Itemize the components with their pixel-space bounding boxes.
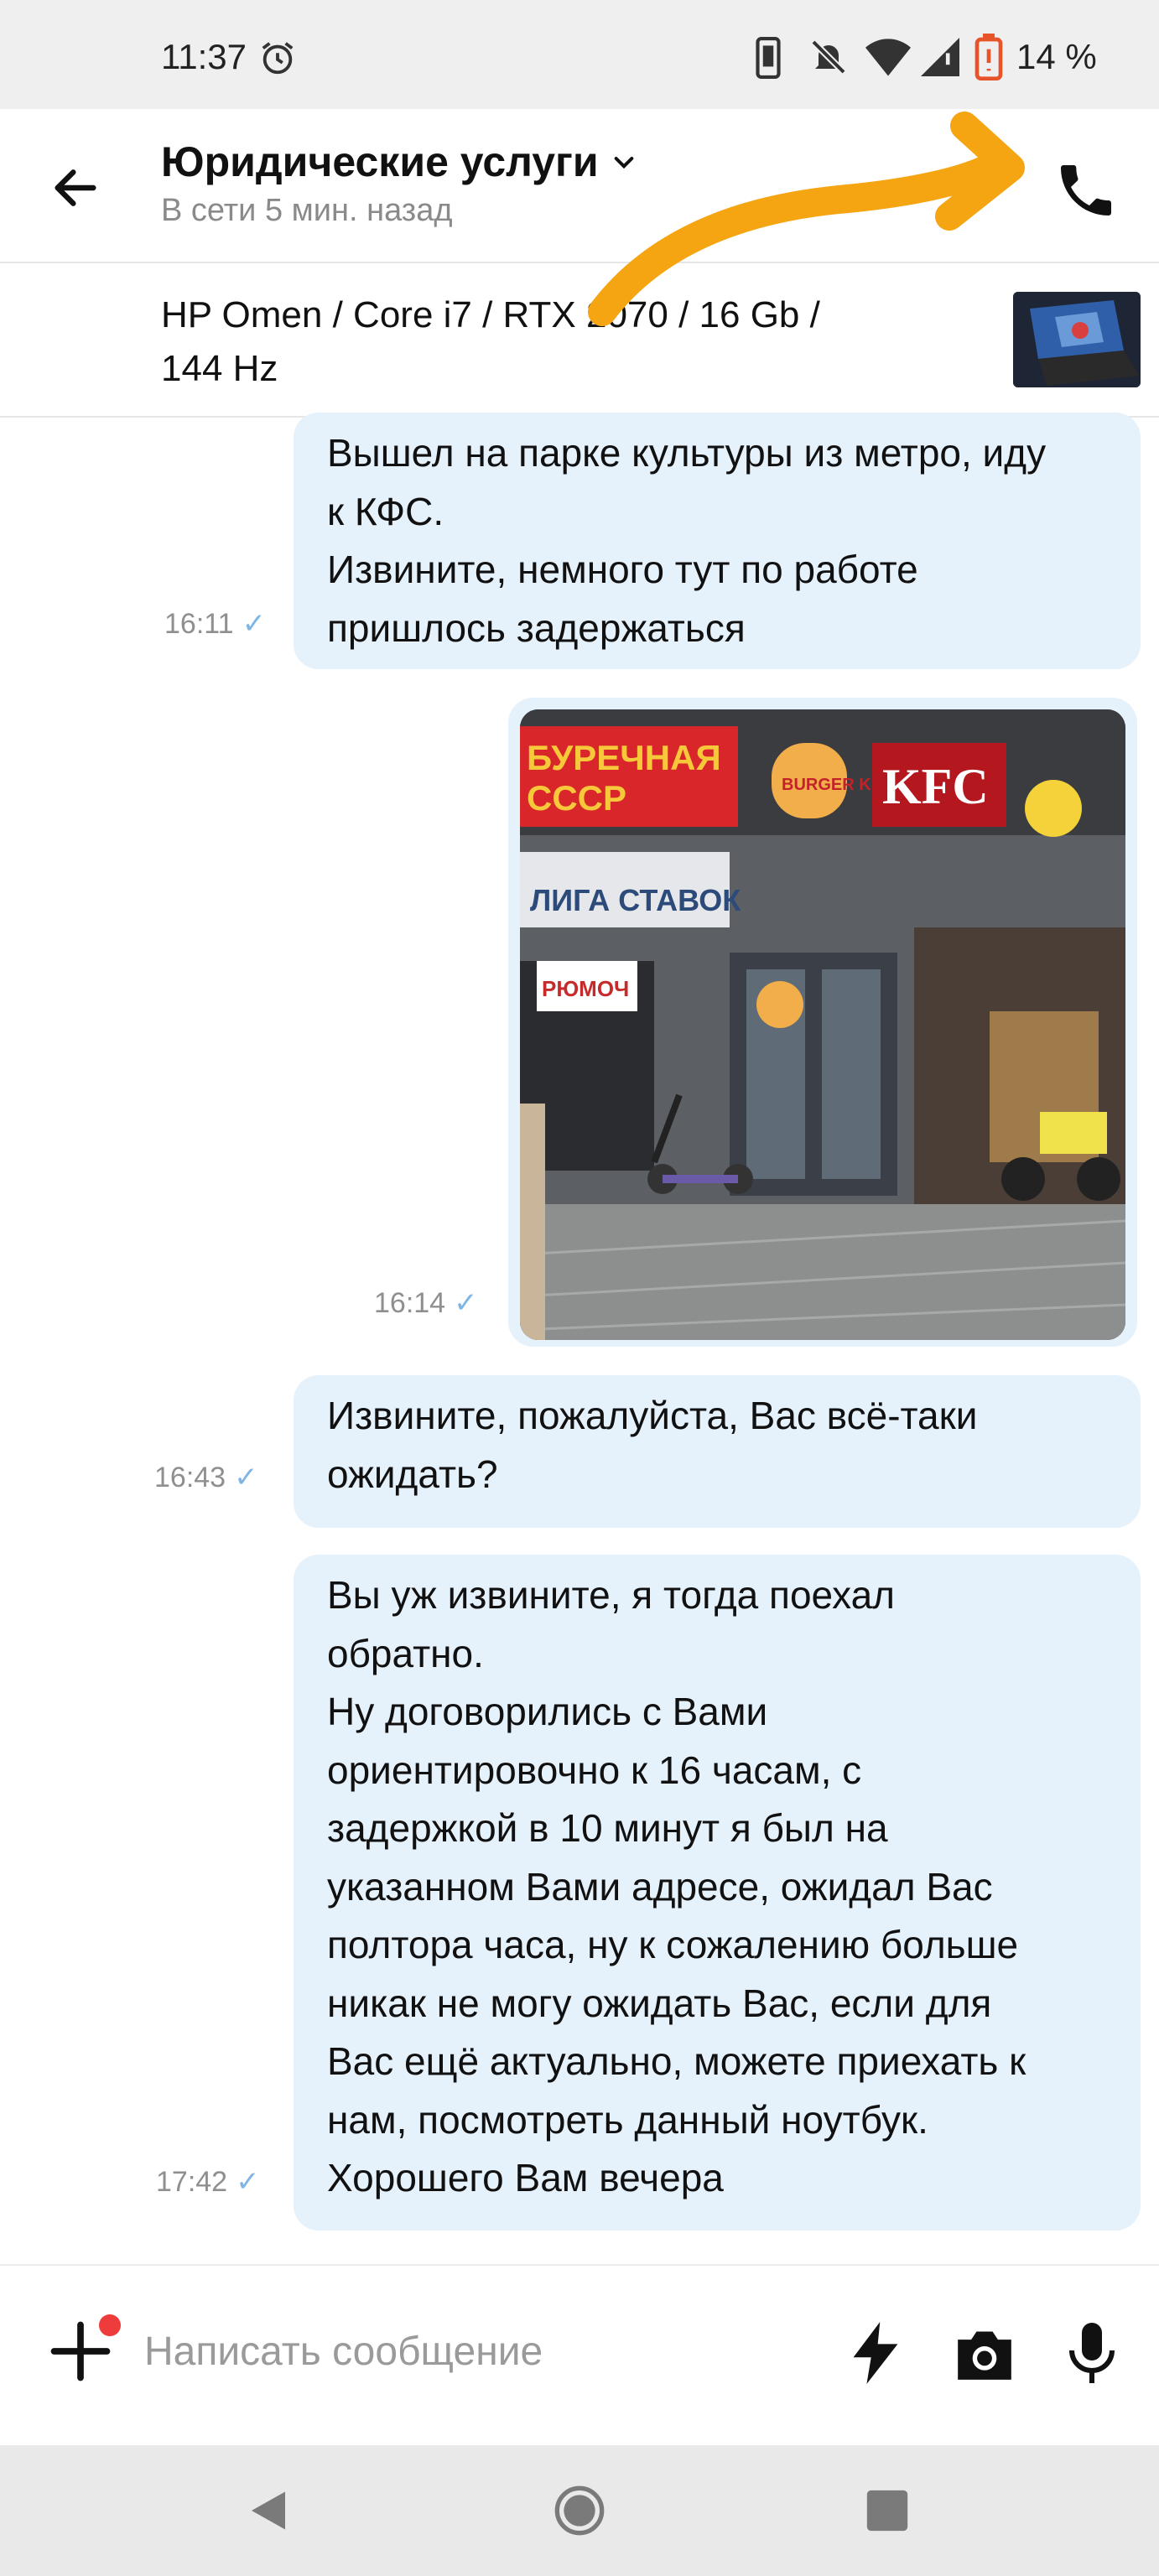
chat-title-button[interactable]: Юридические услуги [161,138,637,186]
sign-text: РЮМОЧ [542,976,629,1001]
check-icon: ✓ [236,2166,260,2198]
message-line: никак не могу ожидать Вас, если для [327,1981,992,2025]
square-recents-icon [866,2490,908,2532]
camera-button[interactable] [949,2318,1020,2388]
message-time: 16:43 [154,1461,226,1493]
message-time: 16:14 [374,1286,446,1319]
storefront-photo[interactable]: БУРЕЧНАЯ СССР BURGER KING KFC ЛИГА СТАВО… [520,709,1125,1340]
circle-home-icon [554,2485,605,2536]
nav-back-button[interactable] [235,2477,302,2544]
listing-preview[interactable]: HP Omen / Core i7 / RTX 2070 / 16 Gb / 1… [0,263,1159,418]
message-input[interactable] [144,2316,815,2386]
battery-low-icon [974,34,1003,80]
laptop-image [1013,292,1141,387]
message-time: 16:11 [164,607,234,640]
message-line: Вас ещё актуально, можете приехать к [327,2039,1026,2083]
listing-title-line: HP Omen / Core i7 / RTX 2070 / 16 Gb / [161,294,820,335]
call-button[interactable] [1048,153,1124,228]
message-line: к КФС. [327,489,444,533]
notification-dot [99,2314,121,2336]
sign-text: ЛИГА СТАВОК [530,883,741,917]
message-line: Вы уж извините, я тогда поехал [327,1573,896,1617]
nav-recents-button[interactable] [854,2477,921,2544]
check-icon: ✓ [242,608,267,640]
message-line: Извините, пожалуйста, Вас всё-таки [327,1394,978,1437]
message-line: пришлось задержаться [327,605,746,650]
signal-icon [921,38,959,76]
message-meta: 16:14 ✓ [374,1286,478,1320]
message-line: полтора часа, ну к сожалению больше [327,1923,1019,1966]
message-meta: 16:11 ✓ [164,607,266,641]
message-bubble[interactable]: Извините, пожалуйста, Вас всё-таки ожида… [294,1375,1141,1528]
message-line: Хорошего Вам вечера [327,2156,724,2199]
composer-bar [0,2264,1159,2445]
message-time: 17:42 [156,2165,228,2198]
message-line: Ну договорились с Вами [327,1690,768,1733]
system-nav-bar [0,2445,1159,2576]
phone-icon [1061,165,1111,216]
chat-header: Юридические услуги В сети 5 мин. назад [0,109,1159,263]
listing-thumbnail[interactable] [1013,292,1141,387]
sign-text: KFC [882,759,989,814]
listing-title-line: 144 Hz [161,348,278,389]
message-line: задержкой в 10 минут я был на [327,1806,888,1850]
check-icon: ✓ [454,1287,478,1319]
voice-button[interactable] [1057,2318,1127,2388]
phone-vibrate-icon [756,37,781,79]
storefront-image: БУРЕЧНАЯ СССР BURGER KING KFC ЛИГА СТАВО… [520,709,1125,1340]
message-line: Вышел на парке культуры из метро, иду [327,431,1047,475]
check-icon: ✓ [234,1462,258,1493]
back-button[interactable] [40,153,111,223]
chevron-down-icon [614,157,633,169]
message-bubble[interactable]: Вышел на парке культуры из метро, иду к … [294,413,1141,669]
bell-off-icon [811,39,846,75]
message-line: ориентировочно к 16 часам, с [327,1748,862,1792]
status-bar: 11:37 14 % [0,0,1159,109]
message-meta: 16:43 ✓ [154,1461,258,1494]
battery-percent: 14 % [1016,37,1097,76]
online-status: В сети 5 мин. назад [161,193,453,228]
chat-title: Юридические услуги [161,138,599,185]
wifi-icon [865,39,911,76]
lightning-icon [853,2322,898,2384]
message-line: ожидать? [327,1452,498,1496]
message-meta: 17:42 ✓ [156,2165,260,2199]
listing-title: HP Omen / Core i7 / RTX 2070 / 16 Gb / 1… [161,288,899,396]
message-list[interactable]: Вышел на парке культуры из метро, иду к … [0,413,1159,2262]
alarm-icon [262,42,294,75]
microphone-icon [1069,2323,1115,2383]
triangle-back-icon [252,2491,285,2530]
message-line: указанном Вами адресе, ожидал Вас [327,1864,993,1909]
message-line: Извините, немного тут по работе [327,548,918,591]
quick-replies-button[interactable] [840,2318,911,2388]
camera-icon [958,2331,1011,2380]
message-line: нам, посмотреть данный ноутбук. [327,2097,928,2142]
sign-text: СССР [527,778,626,818]
sign-text: БУРЕЧНАЯ [527,738,721,777]
photo-message-bubble[interactable]: БУРЕЧНАЯ СССР BURGER KING KFC ЛИГА СТАВО… [508,698,1137,1347]
message-line: обратно. [327,1631,484,1675]
message-bubble[interactable]: Вы уж извините, я тогда поехал обратно. … [294,1555,1141,2231]
nav-home-button[interactable] [546,2477,613,2544]
status-time: 11:37 [161,37,247,76]
arrow-left-icon [55,169,96,206]
